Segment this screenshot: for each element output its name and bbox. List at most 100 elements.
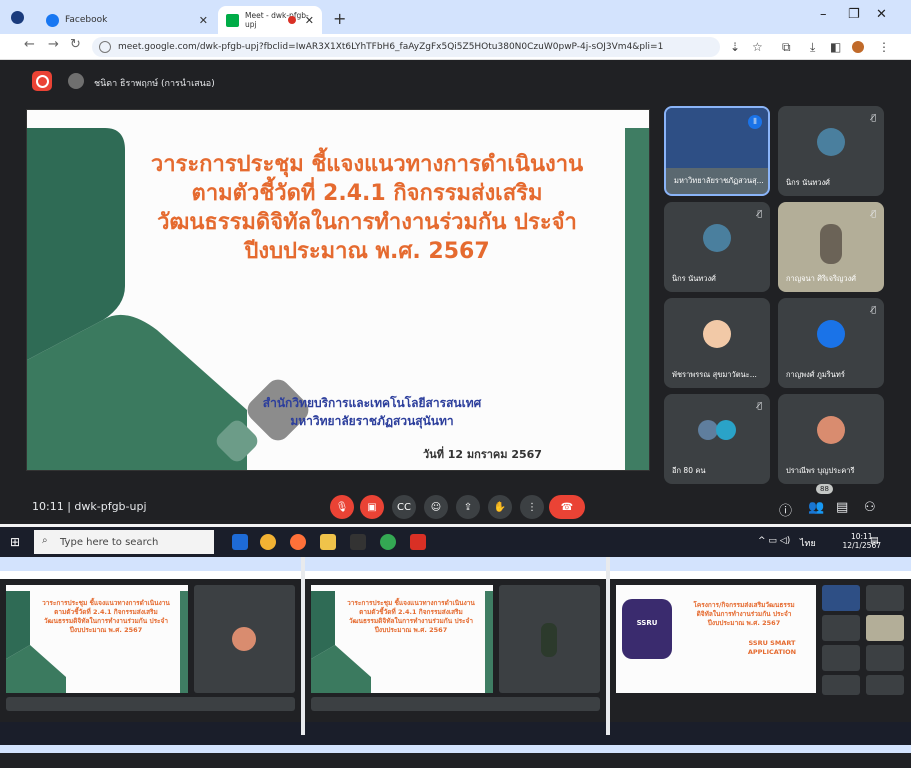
extensions-icon[interactable]: ⧉ bbox=[782, 40, 791, 55]
minimize-button[interactable]: – bbox=[820, 7, 827, 22]
mini-participant-tile bbox=[866, 675, 904, 695]
participant-tile-overflow[interactable]: 🎙̸ อีก 80 คน bbox=[664, 394, 770, 484]
mini-tabbar-row bbox=[0, 745, 911, 753]
speaking-indicator-icon: ⦀ bbox=[748, 115, 762, 129]
participant-tile[interactable]: 🎙̸ กาญพงศ์ ภูมรินทร์ bbox=[778, 298, 884, 388]
mini-slide-line: ตามตัวชี้วัดที่ 2.4.1 กิจกรรมส่งเสริม bbox=[359, 608, 463, 616]
mini-tabbar bbox=[305, 557, 606, 571]
ssru-badge-text: SSRU bbox=[636, 619, 658, 627]
close-tab-icon[interactable]: ✕ bbox=[199, 14, 208, 27]
participant-count-badge: 88 bbox=[816, 484, 833, 494]
participant-avatar bbox=[817, 320, 845, 348]
mic-off-icon: 🎙̸ bbox=[757, 209, 762, 218]
bookmark-star-icon[interactable]: ☆ bbox=[752, 40, 763, 54]
forward-icon[interactable]: → bbox=[48, 37, 59, 52]
notifications-icon[interactable]: ▤ bbox=[870, 536, 879, 546]
close-tab-icon[interactable]: ✕ bbox=[305, 14, 314, 27]
slide-date: วันที่ 12 มกราคม 2567 bbox=[423, 448, 542, 461]
activities-icon[interactable]: ⚇ bbox=[864, 500, 876, 515]
meet-control-bar: 10:11 | dwk-pfgb-upj 🎙 ▣ CC ☺ ⇪ ✋ ⋮ ☎ ⓘ … bbox=[0, 484, 911, 524]
mini-addressbar bbox=[0, 571, 301, 579]
firefox-icon[interactable] bbox=[290, 534, 306, 550]
mic-off-button[interactable]: 🎙 bbox=[330, 495, 354, 519]
profile-avatar[interactable] bbox=[852, 41, 864, 53]
maximize-button[interactable]: ❐ bbox=[848, 7, 860, 22]
tab-facebook[interactable]: Facebook ✕ bbox=[38, 6, 216, 34]
participant-tile[interactable]: พัชราพรรณ สุขมาวัตนะ... bbox=[664, 298, 770, 388]
recording-indicator-icon[interactable] bbox=[32, 71, 52, 91]
emoji-reaction-button[interactable]: ☺ bbox=[424, 495, 448, 519]
mini-tabbar bbox=[610, 557, 911, 571]
download-icon[interactable]: ⤓ bbox=[810, 40, 815, 55]
back-icon[interactable]: ← bbox=[24, 37, 35, 52]
slide-title-line: ปีงบประมาณ พ.ศ. 2567 bbox=[244, 239, 490, 264]
chrome-active-icon[interactable] bbox=[380, 534, 396, 550]
recording-dot-icon bbox=[288, 16, 296, 24]
mini-participant-tile bbox=[822, 675, 860, 695]
terminal-icon[interactable] bbox=[350, 534, 366, 550]
mini-slide-line: ปีงบประมาณ พ.ศ. 2567 bbox=[69, 626, 143, 634]
ssru-smart-application-label: SSRU SMART APPLICATION bbox=[747, 639, 797, 656]
ssru-badge: SSRU bbox=[622, 599, 672, 659]
mini-participant-tile bbox=[866, 645, 904, 671]
participant-tile[interactable]: ปราณีพร บุญประคารี bbox=[778, 394, 884, 484]
mini-participant-tile bbox=[194, 585, 295, 693]
mic-off-icon: 🎙̸ bbox=[871, 305, 876, 314]
mini-slide: SSRU โครงการ/กิจกรรมส่งเสริมวัฒนธรรม ดิจ… bbox=[616, 585, 816, 693]
mic-off-icon: 🎙̸ bbox=[871, 113, 876, 122]
tab-search-icon[interactable] bbox=[11, 11, 24, 24]
collage-screenshot: วาระการประชุม ชี้แจงแนวทางการดำเนินงาน ต… bbox=[305, 557, 606, 735]
tray-icons[interactable]: ^ ▭ ◁) bbox=[758, 536, 790, 546]
tab-meet[interactable]: Meet - dwk-pfgb-upj ✕ bbox=[218, 6, 322, 34]
meeting-details-icon[interactable]: ⓘ bbox=[779, 500, 792, 519]
mini-slide-line: วาระการประชุม ชี้แจงแนวทางการดำเนินงาน bbox=[347, 599, 475, 607]
people-icon[interactable]: 👥 bbox=[808, 500, 824, 515]
sidepanel-icon[interactable]: ◧ bbox=[830, 40, 841, 54]
input-language[interactable]: ไทย bbox=[800, 536, 816, 550]
search-placeholder: Type here to search bbox=[60, 536, 159, 548]
participant-tile[interactable]: 🎙̸ นิกร นันทวงศ์ bbox=[664, 202, 770, 292]
chat-icon[interactable]: ▤ bbox=[836, 500, 848, 515]
mini-addressbar bbox=[305, 571, 606, 579]
file-explorer-icon[interactable] bbox=[320, 534, 336, 550]
presenter-name: ชนิดา ธิราพฤกษ์ (การนำเสนอ) bbox=[94, 79, 215, 89]
participant-tile[interactable]: ⦀ มหาวิทยาลัยราชภัฏสวนสุ... bbox=[664, 106, 770, 196]
tab-title: Meet - dwk-pfgb-upj bbox=[245, 11, 309, 29]
new-tab-button[interactable]: + bbox=[333, 9, 346, 28]
slide-organization: สำนักวิทยบริการและเทคโนโลยีสารสนเทศ มหาว… bbox=[222, 394, 522, 430]
participant-tile[interactable]: 🎙̸ กาญจนา ศิริเจริญวงศ์ bbox=[778, 202, 884, 292]
site-info-icon[interactable] bbox=[99, 41, 111, 53]
raise-hand-button[interactable]: ✋ bbox=[488, 495, 512, 519]
acrobat-icon[interactable] bbox=[410, 534, 426, 550]
taskbar-search[interactable]: ⌕ Type here to search bbox=[34, 530, 214, 554]
search-icon: ⌕ bbox=[42, 535, 48, 546]
mini-avatar bbox=[232, 627, 256, 651]
end-call-button[interactable]: ☎ bbox=[549, 495, 585, 519]
menu-kebab-icon[interactable]: ⋮ bbox=[878, 40, 890, 54]
participant-name: มหาวิทยาลัยราชภัฏสวนสุ... bbox=[674, 176, 764, 185]
windows-taskbar: ⊞ ⌕ Type here to search ^ ▭ ◁) ไทย 10:11… bbox=[0, 527, 911, 557]
mic-off-icon: 🎙̸ bbox=[757, 401, 762, 410]
participant-name: กาญพงศ์ ภูมรินทร์ bbox=[786, 370, 845, 379]
participant-name: นิกร นันทวงศ์ bbox=[786, 178, 830, 187]
present-screen-button[interactable]: ⇪ bbox=[456, 495, 480, 519]
close-window-button[interactable]: ✕ bbox=[876, 7, 887, 22]
participant-avatar bbox=[817, 416, 845, 444]
participant-tile[interactable]: 🎙̸ นิกร นันทวงศ์ bbox=[778, 106, 884, 196]
chrome-icon[interactable] bbox=[260, 534, 276, 550]
captions-button[interactable]: CC bbox=[392, 495, 416, 519]
mini-participant-tile bbox=[822, 615, 860, 641]
collage-screenshot: วาระการประชุม ชี้แจงแนวทางการดำเนินงาน ต… bbox=[0, 557, 301, 735]
cast-icon[interactable]: ⇣ bbox=[730, 40, 740, 54]
edge-icon[interactable] bbox=[232, 534, 248, 550]
slide-org-line: สำนักวิทยบริการและเทคโนโลยีสารสนเทศ bbox=[262, 396, 482, 410]
mini-participant-tile bbox=[822, 585, 860, 611]
url-bar[interactable]: meet.google.com/dwk-pfgb-upj?fbclid=IwAR… bbox=[92, 37, 720, 57]
slide-title-line: ตามตัวชี้วัดที่ 2.4.1 กิจกรรมส่งเสริม bbox=[191, 181, 543, 206]
more-options-button[interactable]: ⋮ bbox=[520, 495, 544, 519]
windows-start-icon[interactable]: ⊞ bbox=[10, 535, 20, 549]
camera-off-button[interactable]: ▣ bbox=[360, 495, 384, 519]
reload-icon[interactable]: ↻ bbox=[70, 37, 81, 52]
url-text: meet.google.com/dwk-pfgb-upj?fbclid=IwAR… bbox=[118, 42, 664, 52]
participant-avatar bbox=[703, 224, 731, 252]
